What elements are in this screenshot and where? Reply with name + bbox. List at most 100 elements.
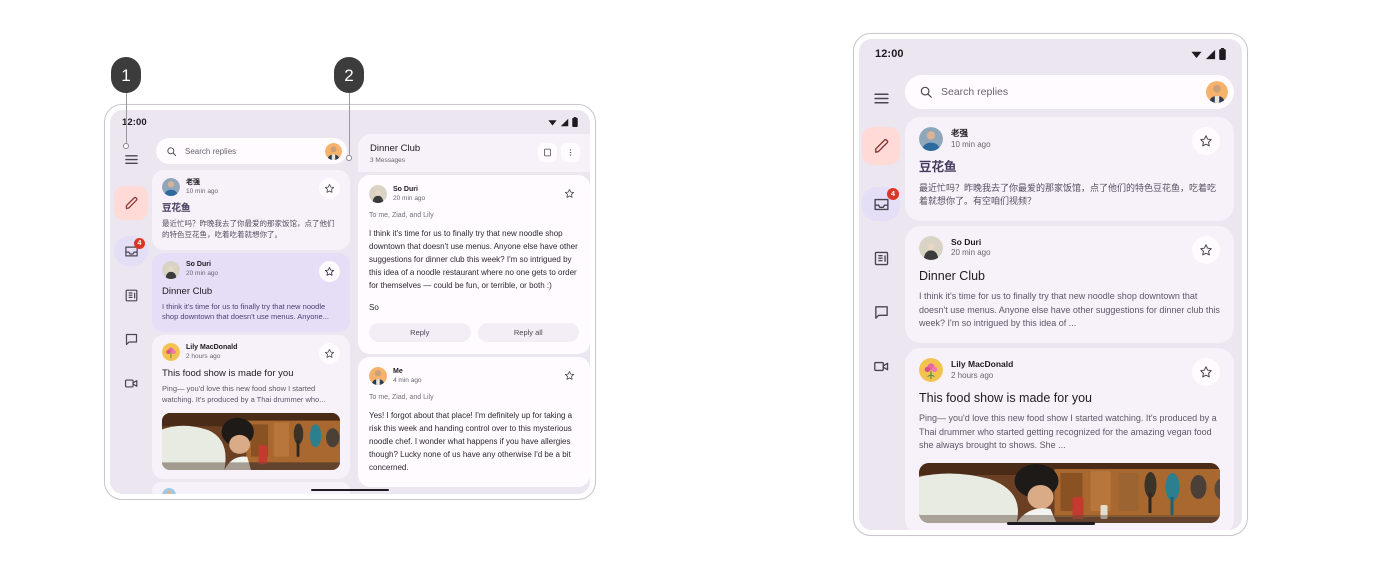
callout-1-anchor-dot bbox=[123, 143, 129, 149]
star-button[interactable] bbox=[1192, 127, 1220, 155]
message-header: So Duri 20 min ago bbox=[919, 235, 1220, 260]
search-bar-phone[interactable]: Search replies bbox=[905, 75, 1234, 109]
device-tablet-frame: 12:00 4 Search replies 老强 10 min ago 豆花鱼… bbox=[104, 104, 596, 500]
star-button[interactable] bbox=[319, 178, 340, 199]
thread-message-header: So Duri 20 min ago bbox=[369, 185, 579, 204]
message-list-phone[interactable]: 老强 10 min ago 豆花鱼 最近忙吗？昨晚我去了你最爱的那家饭馆，点了他… bbox=[903, 117, 1242, 530]
avatar bbox=[919, 127, 943, 151]
list-item[interactable]: Lily MacDonald 2 hours ago This food sho… bbox=[905, 347, 1234, 530]
sidebar-item-articles[interactable] bbox=[862, 241, 900, 275]
message-sender: 老强 bbox=[951, 128, 969, 139]
message-meta: Lily MacDonald 2 hours ago bbox=[186, 344, 237, 361]
message-meta: 老强 10 min ago bbox=[186, 179, 218, 196]
avatar bbox=[162, 178, 180, 196]
list-item[interactable]: 老强 10 min ago 豆花鱼 最近忙吗？昨晚我去了你最爱的那家饭馆，点了他… bbox=[905, 117, 1234, 221]
list-item[interactable]: Lily MacDonald 2 hours ago This food sho… bbox=[152, 335, 350, 479]
message-thumbnail[interactable] bbox=[162, 412, 340, 470]
detail-header-text: Dinner Club 3 Messages bbox=[370, 143, 420, 164]
thread-meta: So Duri 20 min ago bbox=[393, 186, 425, 203]
message-subject: This food show is made for you bbox=[162, 368, 294, 380]
avatar bbox=[369, 367, 387, 386]
wifi-icon bbox=[1191, 51, 1202, 58]
star-outline-icon bbox=[1200, 366, 1212, 378]
sidebar-item-chat[interactable] bbox=[114, 324, 148, 354]
reply-all-button[interactable]: Reply all bbox=[477, 323, 579, 343]
status-icons bbox=[548, 117, 578, 127]
archive-button[interactable] bbox=[538, 143, 557, 162]
sidebar-item-inbox[interactable]: 4 bbox=[862, 187, 900, 221]
sidebar-item-video[interactable] bbox=[114, 368, 148, 398]
message-thumbnail[interactable] bbox=[919, 462, 1220, 523]
star-button[interactable] bbox=[1192, 235, 1220, 264]
status-time: 12:00 bbox=[875, 48, 904, 60]
detail-header: Dinner Club 3 Messages bbox=[358, 134, 590, 173]
thread-meta: Me 4 min ago bbox=[393, 368, 422, 385]
star-outline-icon bbox=[564, 371, 575, 380]
message-time: 20 min ago bbox=[951, 248, 991, 258]
message-time: 20 min ago bbox=[186, 270, 219, 278]
avatar[interactable] bbox=[1206, 81, 1228, 103]
inbox-icon bbox=[873, 198, 889, 210]
callout-1: 1 bbox=[111, 57, 141, 149]
message-preview: Ping— you'd love this new food show I st… bbox=[162, 384, 326, 404]
reply-button[interactable]: Reply bbox=[369, 323, 471, 343]
thread-message: So Duri 20 min ago To me, Ziad, and Lily… bbox=[358, 175, 590, 355]
star-button[interactable] bbox=[559, 365, 580, 387]
callout-2-bubble: 2 bbox=[334, 57, 364, 93]
sidebar-item-inbox[interactable]: 4 bbox=[114, 236, 148, 266]
message-header: 老强 10 min ago bbox=[162, 178, 340, 196]
callout-2: 2 bbox=[334, 57, 364, 161]
star-outline-icon bbox=[324, 266, 335, 276]
message-list-tablet[interactable]: 老强 10 min ago 豆花鱼 最近忙吗？昨晚我去了你最爱的那家饭馆，点了他… bbox=[152, 170, 351, 494]
star-button[interactable] bbox=[319, 260, 340, 282]
message-header: Lily MacDonald 2 hours ago bbox=[919, 357, 1220, 382]
message-meta: So Duri 20 min ago bbox=[186, 261, 218, 278]
message-header: Lily MacDonald 2 hours ago bbox=[162, 343, 340, 362]
star-outline-icon bbox=[1200, 135, 1212, 147]
more-options-button[interactable] bbox=[561, 143, 580, 162]
thread-message: Me 4 min ago To me, Ziad, and Lily Yes! … bbox=[358, 357, 590, 487]
message-preview: I think it's time for us to finally try … bbox=[919, 291, 1220, 329]
search-icon bbox=[920, 86, 932, 98]
star-outline-icon bbox=[324, 349, 335, 358]
search-input-placeholder[interactable]: Search replies bbox=[185, 147, 317, 156]
list-item[interactable]: 老强 10 min ago 豆花鱼 最近忙吗？昨晚我去了你最爱的那家饭馆，点了他… bbox=[152, 170, 350, 250]
signal-icon bbox=[1205, 49, 1216, 59]
page-title: Dinner Club bbox=[370, 143, 421, 154]
chat-icon bbox=[874, 305, 888, 319]
list-item[interactable]: So Duri 20 min ago Dinner Club I think i… bbox=[905, 225, 1234, 343]
compose-pencil-icon bbox=[874, 138, 888, 153]
star-button[interactable] bbox=[1192, 357, 1220, 386]
list-item[interactable]: So Duri 20 min ago Dinner Club I think i… bbox=[152, 252, 350, 333]
message-preview: 最近忙吗？昨晚我去了你最爱的那家饭馆，点了他们的特色豆花鱼，吃着吃着就想你了。有… bbox=[919, 182, 1217, 207]
thread-scroll-area[interactable]: So Duri 20 min ago To me, Ziad, and Lily… bbox=[358, 172, 590, 494]
compose-fab-button[interactable] bbox=[862, 127, 900, 165]
menu-button[interactable] bbox=[864, 83, 898, 113]
message-preview: I think it's time for us to finally try … bbox=[162, 301, 329, 322]
search-bar-tablet[interactable]: Search replies bbox=[156, 138, 347, 164]
avatar bbox=[162, 487, 176, 494]
battery-icon bbox=[1219, 48, 1226, 60]
message-sender: So Duri bbox=[393, 186, 418, 194]
message-preview: 最近忙吗？昨晚我去了你最爱的那家饭馆，点了他们的特色豆花鱼，吃着吃着就想你了。 bbox=[162, 218, 335, 239]
signal-icon bbox=[560, 118, 569, 126]
message-header: 老强 10 min ago bbox=[919, 127, 1220, 151]
app-body-phone: 4 Search replies 老强 10 min ago 豆花鱼 最近忙吗？… bbox=[859, 69, 1242, 530]
sidebar-item-video[interactable] bbox=[862, 349, 900, 383]
search-input-placeholder[interactable]: Search replies bbox=[941, 86, 1198, 98]
chat-icon bbox=[125, 333, 137, 345]
menu-icon bbox=[873, 92, 889, 104]
detail-pane-tablet: Dinner Club 3 Messages So Duri 20 min ag… bbox=[358, 134, 590, 494]
archive-icon bbox=[544, 148, 551, 157]
navigation-rail-phone: 4 bbox=[859, 69, 903, 530]
compose-fab-button[interactable] bbox=[114, 186, 148, 220]
message-meta: So Duri 20 min ago bbox=[951, 237, 991, 258]
thread-signature: So bbox=[369, 303, 379, 313]
inbox-badge: 4 bbox=[887, 188, 899, 200]
sidebar-item-chat[interactable] bbox=[862, 295, 900, 329]
reply-actions: Reply Reply all bbox=[369, 323, 579, 343]
message-list-pane-tablet: Search replies 老强 10 min ago 豆花鱼 最近忙吗？昨晚… bbox=[152, 134, 355, 494]
callout-1-line bbox=[125, 93, 127, 144]
sidebar-item-articles[interactable] bbox=[114, 280, 148, 310]
message-sender: So Duri bbox=[186, 261, 211, 269]
